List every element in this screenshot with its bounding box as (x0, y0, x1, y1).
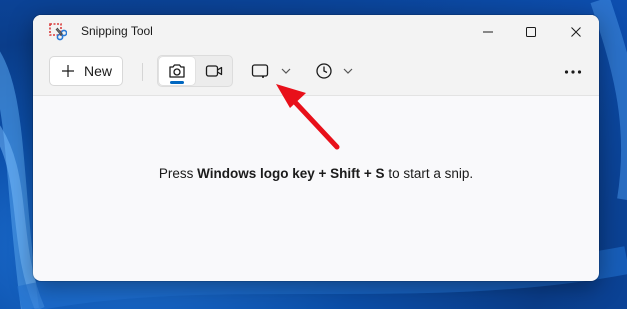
close-icon (571, 27, 581, 37)
clock-icon (316, 63, 332, 79)
new-snip-button[interactable]: New (49, 56, 123, 86)
camera-icon (169, 64, 185, 78)
snip-mode-button[interactable] (159, 57, 195, 85)
hint-prefix: Press (158, 166, 198, 181)
toolbar: New (33, 49, 599, 96)
snip-shape-dropdown[interactable] (251, 55, 292, 87)
start-snip-hint: Press Windows logo key + Shift + S to st… (33, 166, 599, 181)
hint-suffix: to start a snip. (384, 166, 474, 181)
snipping-tool-window: Snipping Tool New Press Windows logo key… (33, 15, 599, 281)
see-more-button[interactable] (555, 57, 591, 87)
maximize-icon (526, 27, 536, 37)
scissors-app-icon (49, 23, 67, 41)
minimize-icon (483, 31, 493, 33)
title-bar: Snipping Tool (33, 15, 599, 49)
selected-mode-indicator (170, 81, 184, 84)
window-title: Snipping Tool (81, 24, 153, 38)
toolbar-divider (142, 63, 143, 81)
video-camera-icon (205, 65, 223, 77)
record-mode-button[interactable] (196, 57, 232, 85)
rectangle-snip-icon (251, 64, 269, 78)
chevron-down-icon (281, 68, 291, 74)
maximize-button[interactable] (508, 15, 554, 49)
capture-mode-toggle (157, 55, 233, 87)
delay-dropdown[interactable] (315, 55, 354, 87)
minimize-button[interactable] (465, 15, 511, 49)
close-button[interactable] (553, 15, 599, 49)
plus-icon (62, 65, 74, 77)
hint-shortcut: Windows logo key + Shift + S (197, 166, 385, 181)
new-button-label: New (84, 63, 113, 79)
more-icon (564, 70, 582, 74)
chevron-down-icon (343, 68, 353, 74)
